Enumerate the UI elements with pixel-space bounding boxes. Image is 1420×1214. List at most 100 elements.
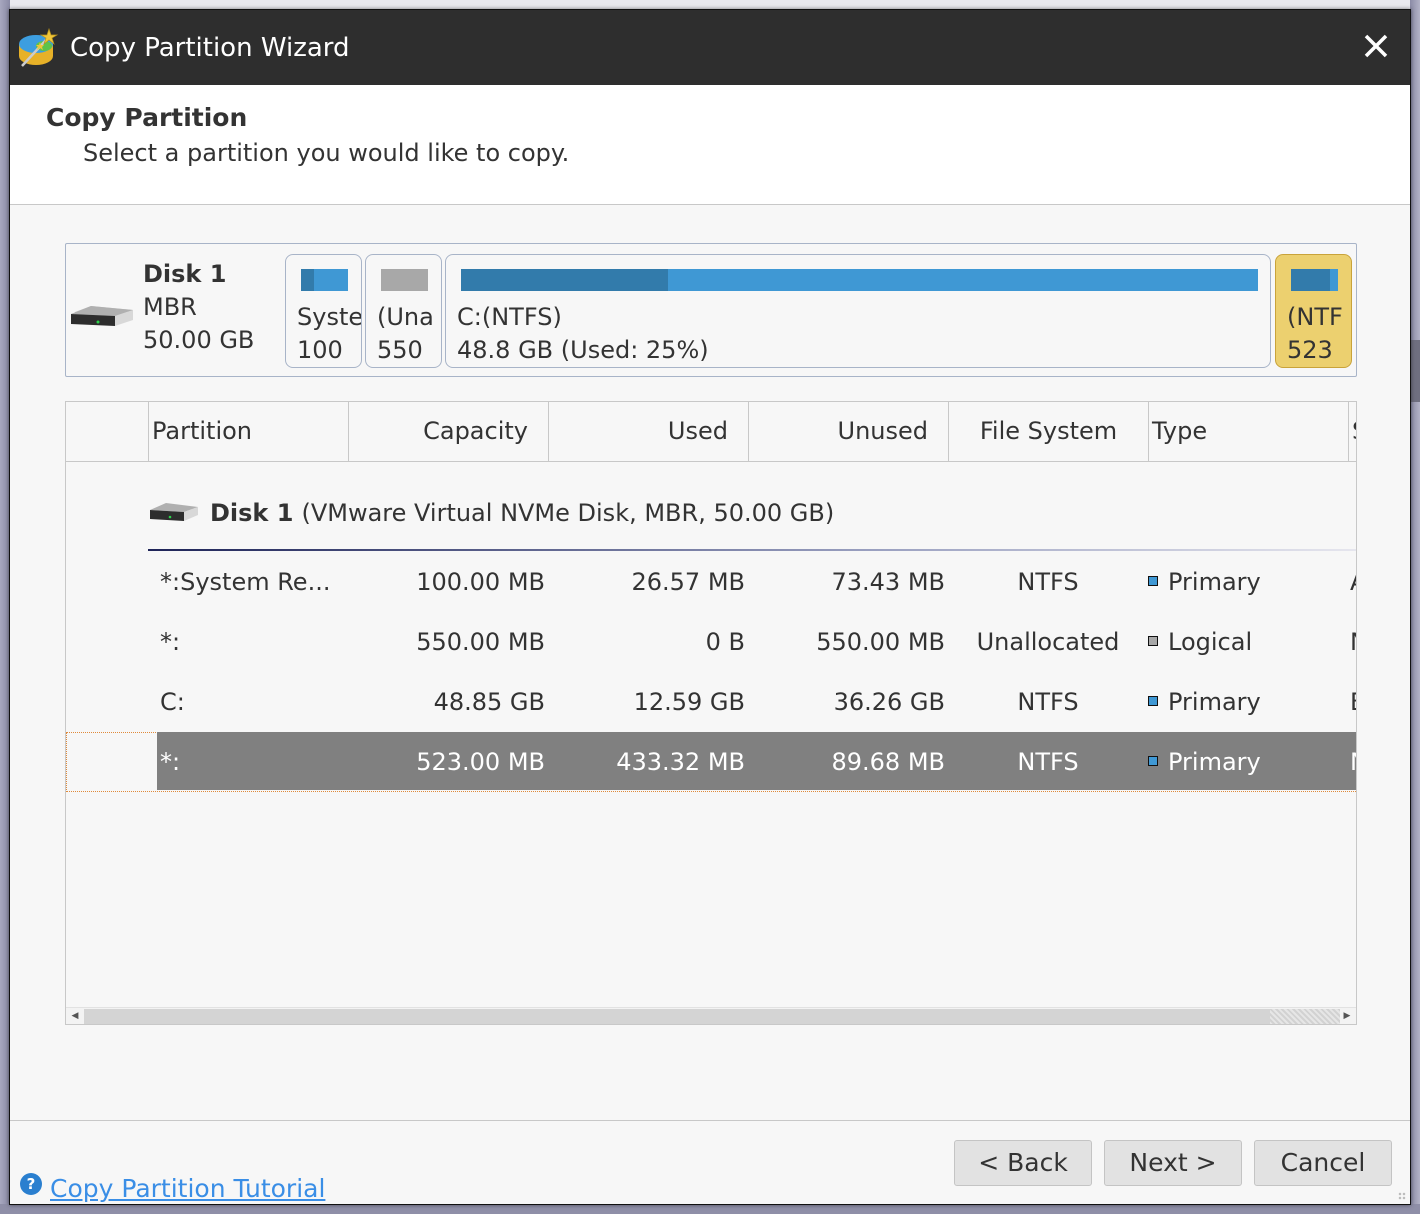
partition-type-label: Logical (1168, 628, 1253, 656)
cell-fs: NTFS (1017, 748, 1079, 776)
disk-name: Disk 1 (143, 260, 227, 288)
table-row[interactable]: *: 523.00 MB 433.32 MB 89.68 MB NTFS Primary N (66, 732, 1356, 792)
cell-partition: C: (160, 688, 185, 716)
cell-capacity: 48.85 GB (433, 688, 545, 716)
partition-block-text: C:(NTFS) 48.8 GB (Used: 25%) (457, 301, 709, 367)
cell-partition: *: (160, 748, 181, 776)
partition-type-square-icon (1148, 756, 1158, 766)
column-header-capacity[interactable]: Capacity (348, 402, 548, 461)
partition-type-label: Primary (1168, 688, 1261, 716)
partition-block-label: C:(NTFS) (457, 303, 562, 331)
partition-type-label: Primary (1168, 568, 1261, 596)
cell-capacity: 550.00 MB (416, 628, 545, 656)
back-button[interactable]: < Back (954, 1140, 1092, 1186)
tutorial-link-text[interactable]: Copy Partition Tutorial (50, 1174, 325, 1203)
cell-unused: 89.68 MB (831, 748, 945, 776)
background-window-edge (1410, 0, 1420, 1214)
resize-grip-icon[interactable] (1398, 1192, 1406, 1200)
hard-disk-icon (150, 503, 198, 521)
cell-used: 12.59 GB (633, 688, 745, 716)
background-window-edge (0, 1204, 1420, 1214)
cell-used: 26.57 MB (631, 568, 745, 596)
partition-usage-bar (461, 269, 1258, 291)
partition-table: Partition Capacity Used Unused File Syst… (65, 401, 1357, 1025)
partition-block[interactable]: Syste 100 (285, 254, 362, 368)
disk-map: Disk 1 MBR 50.00 GB Syste 100 (Una 550 C:(NT… (65, 243, 1357, 377)
next-button[interactable]: Next > (1104, 1140, 1242, 1186)
table-row[interactable]: *:System Re... 100.00 MB 26.57 MB 73.43 MB N… (66, 552, 1356, 612)
cell-fs: NTFS (1017, 688, 1079, 716)
partition-used-fill (301, 269, 314, 291)
window-title: Copy Partition Wizard (70, 32, 350, 63)
cell-used: 0 B (705, 628, 745, 656)
table-header: Partition Capacity Used Unused File Syst… (66, 402, 1356, 462)
partition-block-text: (Una 550 (377, 301, 434, 367)
cell-capacity: 100.00 MB (416, 568, 545, 596)
cell-type: Primary (1148, 672, 1338, 732)
cell-type: Primary (1148, 732, 1338, 792)
page-subtitle: Select a partition you would like to cop… (83, 139, 570, 167)
disk-group-detail: (VMware Virtual NVMe Disk, MBR, 50.00 GB… (301, 499, 835, 527)
cell-type: Primary (1148, 552, 1338, 612)
partition-block-label: (Una (377, 303, 434, 331)
disk-group-header[interactable]: Disk 1 (VMware Virtual NVMe Disk, MBR, 5… (146, 482, 834, 544)
cell-partition: *: (160, 628, 181, 656)
scroll-right-arrow-icon[interactable]: ▶ (1340, 1008, 1354, 1024)
disk-info: Disk 1 MBR 50.00 GB (143, 258, 254, 357)
close-icon (1364, 34, 1388, 58)
column-header-status[interactable]: S (1348, 402, 1356, 461)
cell-unused: 550.00 MB (816, 628, 945, 656)
footer-divider (10, 1120, 1410, 1121)
cell-status: N (1350, 732, 1356, 792)
partition-usage-bar (301, 269, 348, 291)
disk-size: 50.00 GB (143, 326, 255, 354)
scroll-left-arrow-icon[interactable]: ◀ (68, 1008, 82, 1024)
column-header-file-system[interactable]: File System (948, 402, 1148, 461)
partition-used-fill (1291, 269, 1330, 291)
partition-block-text: (NTF 523 (1287, 301, 1343, 367)
partition-type-label: Primary (1168, 748, 1261, 776)
partition-block[interactable]: (NTF 523 (1275, 254, 1352, 368)
cell-unused: 36.26 GB (833, 688, 945, 716)
partition-type-square-icon (1148, 576, 1158, 586)
column-header-used[interactable]: Used (548, 402, 748, 461)
partition-block-size: 550 (377, 336, 423, 364)
hard-disk-icon (71, 306, 133, 326)
cell-fs: Unallocated (976, 628, 1120, 656)
partition-usage-bar (381, 269, 428, 291)
cell-capacity: 523.00 MB (416, 748, 545, 776)
column-header-type[interactable]: Type (1148, 402, 1348, 461)
title-bar[interactable]: Copy Partition Wizard (10, 10, 1410, 85)
partition-block[interactable]: (Una 550 (365, 254, 442, 368)
disk-group-divider (148, 549, 1356, 551)
page-title: Copy Partition (46, 103, 248, 132)
table-row[interactable]: *: 550.00 MB 0 B 550.00 MB Unallocated Logica… (66, 612, 1356, 672)
partition-used-fill (461, 269, 669, 291)
cancel-button[interactable]: Cancel (1254, 1140, 1392, 1186)
partition-type-square-icon (1148, 636, 1158, 646)
cell-unused: 73.43 MB (831, 568, 945, 596)
scrollbar-thumb[interactable] (84, 1009, 1270, 1024)
close-button[interactable] (1356, 26, 1396, 66)
column-header-partition[interactable]: Partition (148, 402, 348, 461)
cell-type: Logical (1148, 612, 1338, 672)
partition-block-label: (NTF (1287, 303, 1343, 331)
tutorial-link[interactable]: ? Copy Partition Tutorial (20, 1173, 325, 1203)
table-row[interactable]: C: 48.85 GB 12.59 GB 36.26 GB NTFS Primary B (66, 672, 1356, 732)
partition-block-size: 48.8 GB (Used: 25%) (457, 336, 709, 364)
horizontal-scrollbar[interactable]: ◀ ▶ (66, 1007, 1356, 1024)
partition-block-size: 100 (297, 336, 343, 364)
cell-used: 433.32 MB (616, 748, 745, 776)
column-header-unused[interactable]: Unused (748, 402, 948, 461)
background-scroll-thumb (1410, 340, 1420, 402)
scrollbar-track[interactable] (1270, 1009, 1340, 1024)
copy-partition-dialog: Copy Partition Wizard Copy Partition Sel… (9, 9, 1411, 1205)
wizard-header: Copy Partition Select a partition you wo… (10, 85, 1410, 205)
partition-block[interactable]: C:(NTFS) 48.8 GB (Used: 25%) (445, 254, 1271, 368)
cell-partition: *:System Re... (160, 568, 331, 596)
partition-block-text: Syste 100 (297, 301, 361, 367)
partition-block-size: 523 (1287, 336, 1333, 364)
partition-usage-bar (1291, 269, 1338, 291)
disk-group-name: Disk 1 (210, 499, 294, 527)
help-question-icon: ? (20, 1173, 42, 1195)
